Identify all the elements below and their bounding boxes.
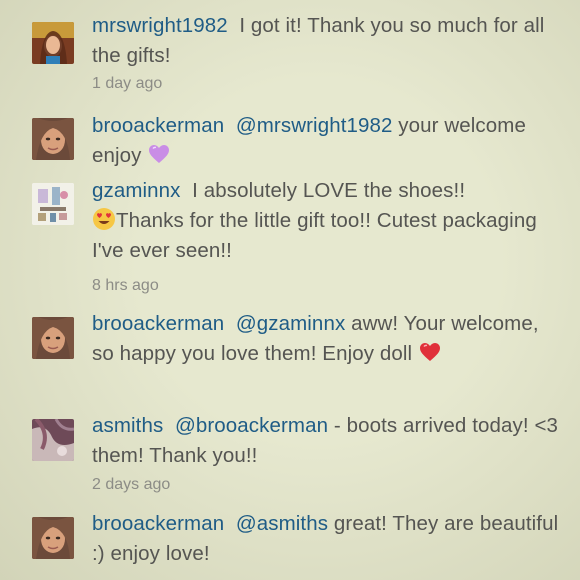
comment-text: brooackerman @mrswright1982 your welcome…	[92, 111, 562, 171]
comment-mention[interactable]: @brooackerman	[175, 414, 328, 437]
avatar[interactable]	[32, 22, 74, 64]
comment-text: mrswright1982 I got it! Thank you so muc…	[92, 11, 562, 71]
comment-text: brooackerman @gzaminnx aww! Your welcome…	[92, 309, 562, 369]
comment-username[interactable]: brooackerman	[92, 114, 224, 137]
red-heart-icon	[420, 343, 440, 361]
profile-photo-asmiths-icon	[32, 419, 74, 461]
profile-photo-brooackerman-icon	[32, 118, 74, 160]
comment-body: I absolutely LOVE the shoes!!	[192, 179, 466, 202]
comment-username[interactable]: brooackerman	[92, 512, 224, 535]
comment-username[interactable]: asmiths	[92, 414, 163, 437]
comment-timestamp: 1 day ago	[92, 75, 163, 92]
comment-text: gzaminnx I absolutely LOVE the shoes!! T…	[92, 176, 562, 266]
comment-mention[interactable]: @gzaminnx	[236, 312, 345, 335]
purple-heart-icon	[149, 145, 170, 163]
heart-eyes-smiley-icon	[93, 208, 115, 230]
comment-mention[interactable]: @mrswright1982	[236, 114, 393, 137]
profile-photo-brooackerman-icon	[32, 317, 74, 359]
profile-photo-gzaminnx-icon	[32, 183, 74, 225]
comment-username[interactable]: gzaminnx	[92, 179, 181, 202]
comment-timestamp: 2 days ago	[92, 476, 171, 493]
comment-timestamp: 8 hrs ago	[92, 277, 159, 294]
comment-body-continued: Thanks for the little gift too!! Cutest …	[92, 209, 537, 262]
comment-text: asmiths @brooackerman - boots arrived to…	[92, 411, 562, 471]
profile-photo-brooackerman-icon	[32, 517, 74, 559]
avatar[interactable]	[32, 317, 74, 359]
comment-username[interactable]: mrswright1982	[92, 14, 228, 37]
comment-username[interactable]: brooackerman	[92, 312, 224, 335]
avatar[interactable]	[32, 118, 74, 160]
background-vignette	[0, 0, 580, 580]
profile-photo-mrswright1982-icon	[32, 22, 74, 64]
avatar[interactable]	[32, 419, 74, 461]
comment-text: brooackerman @asmiths great! They are be…	[92, 509, 562, 569]
avatar[interactable]	[32, 183, 74, 225]
avatar[interactable]	[32, 517, 74, 559]
comment-mention[interactable]: @asmiths	[236, 512, 328, 535]
